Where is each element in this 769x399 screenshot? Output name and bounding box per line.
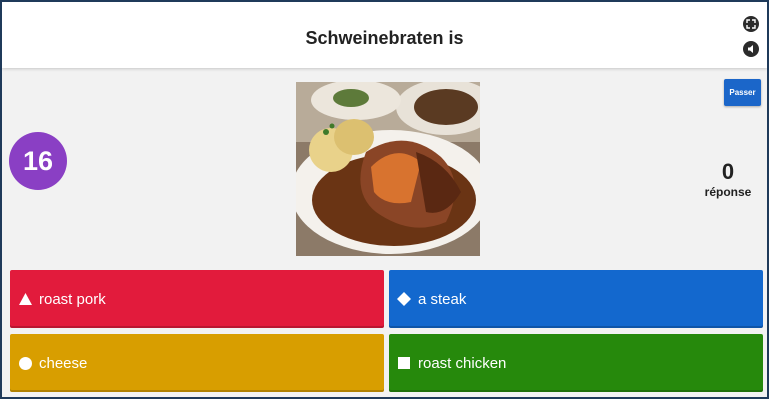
roast-pork-dish-image [296, 82, 480, 256]
answer-label: a steak [418, 290, 467, 308]
expand-icon [746, 19, 756, 29]
answer-label: roast chicken [418, 354, 507, 372]
answer-option-1[interactable]: roast pork [10, 270, 384, 328]
answers-counter: 0 réponse [698, 160, 758, 200]
triangle-icon [17, 291, 33, 307]
diamond-icon [396, 291, 412, 307]
circle-icon [17, 355, 33, 371]
answers-count-value: 0 [721, 159, 735, 184]
question-image [296, 82, 480, 256]
question-header: Schweinebraten is [2, 2, 767, 68]
fullscreen-button[interactable] [743, 16, 759, 32]
answers-count-label: réponse [704, 185, 752, 199]
skip-button[interactable]: Passer [724, 79, 761, 106]
square-icon [396, 355, 412, 371]
countdown-timer: 16 [9, 132, 67, 190]
answer-option-4[interactable]: roast chicken [389, 334, 763, 392]
answer-label: roast pork [39, 290, 106, 308]
speaker-icon [748, 45, 753, 53]
answer-option-2[interactable]: a steak [389, 270, 763, 328]
quiz-frame: Schweinebraten is 16 Passer 0 réponse ro… [0, 0, 769, 399]
sound-button[interactable] [743, 41, 759, 57]
answer-label: cheese [39, 354, 88, 372]
answer-option-3[interactable]: cheese [10, 334, 384, 392]
question-title: Schweinebraten is [305, 28, 464, 48]
